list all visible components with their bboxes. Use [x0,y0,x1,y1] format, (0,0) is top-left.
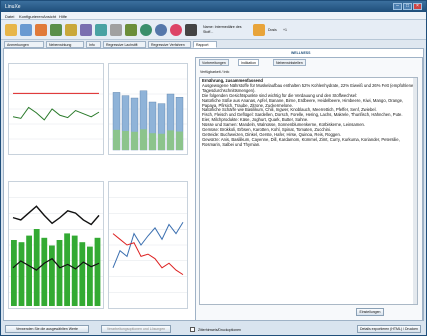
tab-nebenwirkung[interactable]: Nebenwirkung [46,41,84,48]
line-chart-bottom-right [108,181,188,309]
content-area: WELLNESS Vorbereitungen Indikation Neben… [3,48,424,321]
house-icon[interactable] [35,24,47,36]
bar-chart-top-right [108,63,188,155]
scale-icon[interactable] [95,24,107,36]
right-panel: WELLNESS Vorbereitungen Indikation Neben… [195,51,423,321]
series-line-green [12,106,100,121]
window-title: LinuXe [5,4,21,10]
right-tab-nebenwirkstellen[interactable]: Nebenwirkstellen [273,59,306,66]
summary-text[interactable]: Ernährung, zusammenfassend Ausgewogene N… [199,77,418,305]
bar [87,246,93,306]
bar-segment [113,129,120,150]
bar [79,242,86,306]
menu-bar: Datei Konfigurieren Ansicht Hilfe [1,12,426,20]
info-icon[interactable] [253,24,265,36]
bar [94,237,101,306]
bar [71,235,78,306]
bar [18,242,25,306]
menu-ansicht[interactable]: Ansicht [43,14,56,19]
text-scrollbar[interactable] [413,78,417,304]
menu-konfigurieren[interactable]: Konfigurieren [19,14,43,19]
app-window: LinuXe – □ × Datei Konfigurieren Ansicht… [0,0,427,336]
chart-2 [109,78,187,151]
bar-segment [140,129,147,150]
bar-line-chart-bottom-left [8,181,104,309]
right-subheader: Verfügbarkeit / Info [200,70,230,74]
export-button[interactable]: Details exportieren (HTML) / Drucken [357,325,421,333]
minimize-icon[interactable]: – [393,3,402,10]
footer-bar: Verwenden Sie die ausgewählten Werte Ver… [1,323,426,335]
tab-anmerkungen[interactable]: Anmerkungen [4,41,44,48]
menu-datei[interactable]: Datei [5,14,14,19]
processing-options-button[interactable]: Verarbeitungsoptionen und Lösungen [101,325,171,333]
tab-regressive-verfahren[interactable]: Regressive Verfahren [148,41,191,48]
bar-segment [176,131,183,150]
close-icon[interactable]: × [413,3,422,10]
settings-button[interactable]: Einstellungen [356,308,384,316]
bar [56,240,63,306]
globe-icon[interactable] [155,24,167,36]
target-icon[interactable] [170,24,182,36]
use-values-button[interactable]: Verwenden Sie die ausgewählten Werte [5,325,89,333]
line-chart-top-left [8,63,104,155]
menu-hilfe[interactable]: Hilfe [59,14,67,19]
bar-segment [158,133,165,150]
bar-segment [122,130,129,150]
settings-icon[interactable] [185,24,197,36]
toolbar: Name: Intermediäre des Stoff... Dosis +1 [1,20,426,40]
bar-segment [131,131,138,150]
citation-checkbox[interactable] [190,327,195,332]
main-tabs: Anmerkungen Nebenwirkung Info Regressive… [1,40,426,48]
scissors-icon[interactable] [110,24,122,36]
right-tab-vorbereitungen[interactable]: Vorbereitungen [199,59,229,66]
bar-segment [149,133,156,150]
series-line-black [12,205,100,226]
dosis-value[interactable]: +1 [283,28,287,32]
tools-icon[interactable] [80,24,92,36]
person-icon[interactable] [50,24,62,36]
tab-rapport[interactable]: Rapport [193,41,217,48]
name-label: Name: Intermediäre des Stoff... [203,25,242,34]
maximize-icon[interactable]: □ [403,3,412,10]
leaf-icon[interactable] [125,24,137,36]
title-bar: LinuXe – □ × [1,1,426,12]
bar [26,235,32,306]
dosis-label: Dosis [268,28,277,32]
right-header: WELLNESS [291,51,311,55]
right-tab-indikation[interactable]: Indikation [238,59,259,66]
chart-1 [9,78,103,140]
tab-regressive-lachstift[interactable]: Regressive Lachstift [103,41,146,48]
citation-checkbox-label: Zitierhinweis/Druckoptionen [198,328,241,332]
chart-3 [9,197,103,306]
save-icon[interactable] [20,24,32,36]
folder-icon[interactable] [5,24,17,36]
chart-4 [109,197,187,293]
heart-icon[interactable] [140,24,152,36]
text-line: Gewürze: Anis, Basilikum, Cayenne, Dill,… [202,136,400,147]
bar [64,233,70,306]
series-line-black-2 [12,257,100,271]
bar-segment [167,130,174,150]
tab-info[interactable]: Info [86,41,101,48]
bar [11,240,17,306]
bar [49,245,55,306]
chart-icon[interactable] [65,24,77,36]
bar [41,237,48,306]
